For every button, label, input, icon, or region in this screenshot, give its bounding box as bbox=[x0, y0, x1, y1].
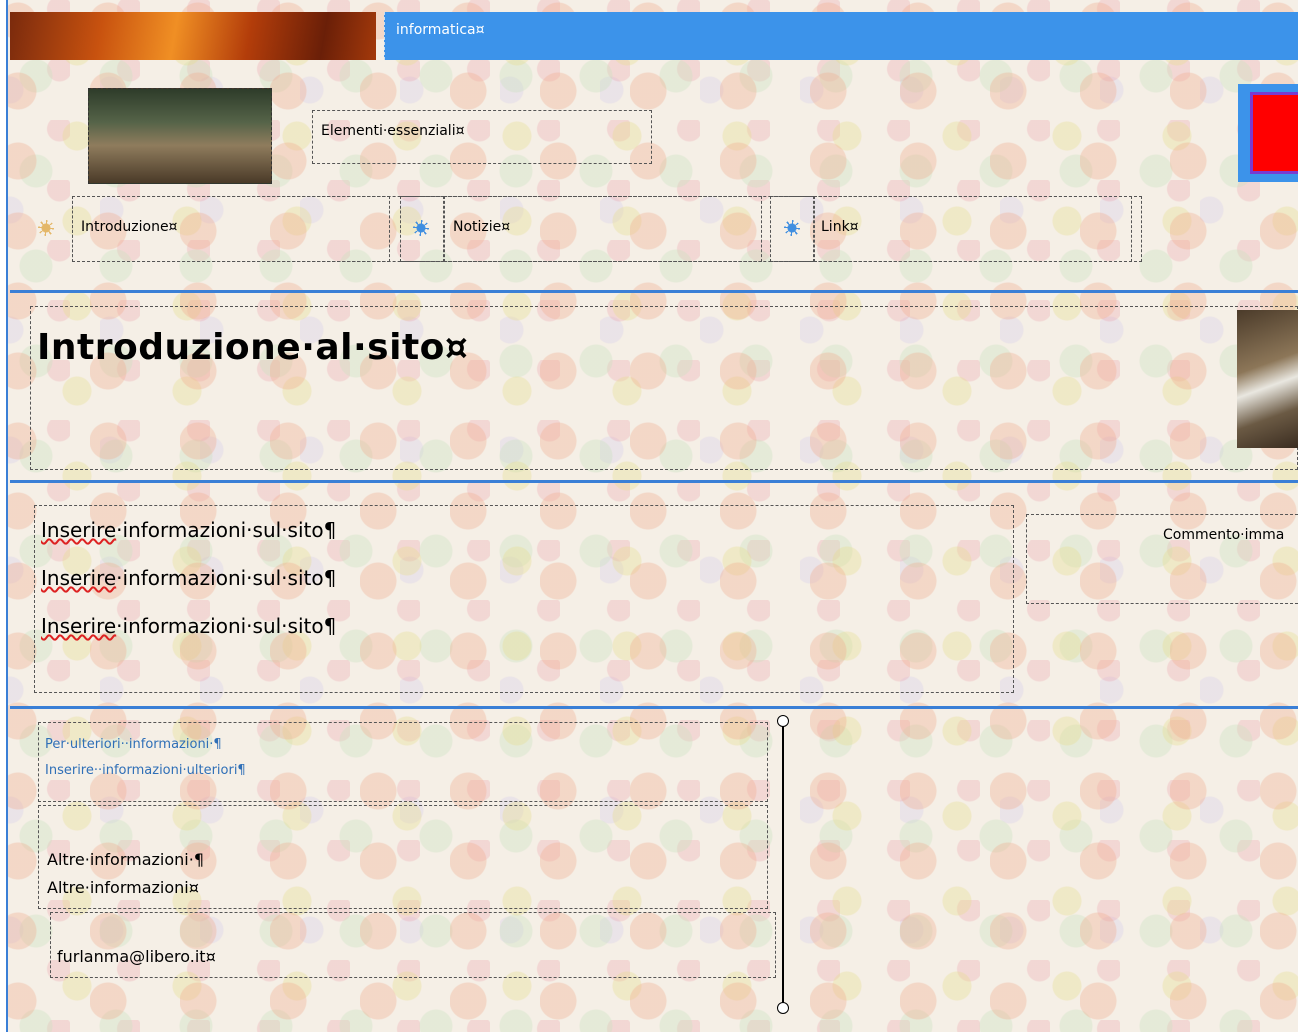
nav-item-notizie[interactable]: Notizie¤ bbox=[444, 196, 762, 262]
horizontal-rule bbox=[10, 290, 1298, 293]
nav-item-label: Notizie¤ bbox=[453, 219, 511, 235]
email-link[interactable]: furlanma@libero.it¤ bbox=[57, 947, 216, 966]
content-box[interactable]: Inserire·informazioni·sul·sito¶ Inserire… bbox=[34, 505, 1014, 693]
banner-bar bbox=[384, 12, 1298, 60]
image-caption: Commento·imma bbox=[1163, 527, 1285, 543]
page-title: Introduzione·al·sito¤ bbox=[37, 327, 469, 368]
paragraph-text: ·informazioni·sul·sito¶ bbox=[116, 614, 337, 638]
other-info-line2: Altre·informazioni¤ bbox=[47, 878, 199, 897]
logo-block[interactable] bbox=[1238, 84, 1298, 182]
line-handle-top[interactable] bbox=[777, 715, 789, 727]
nav-bullet-notizie-icon bbox=[413, 220, 429, 236]
nav-item-label: Introduzione¤ bbox=[81, 219, 178, 235]
email-box[interactable]: furlanma@libero.it¤ bbox=[50, 912, 776, 978]
tagline-text: Elementi·essenziali¤ bbox=[321, 123, 465, 139]
duck-photo[interactable] bbox=[88, 88, 272, 184]
nav-bullet-link-icon bbox=[784, 220, 800, 236]
bird-photo[interactable] bbox=[1237, 310, 1298, 448]
logo-red-square bbox=[1250, 92, 1298, 174]
content-paragraph: Inserire·informazioni·sul·sito¶ bbox=[41, 566, 336, 590]
nav-item-label: Link¤ bbox=[821, 219, 859, 235]
misspelled-word: Inserire bbox=[41, 614, 117, 638]
window-left-border bbox=[0, 0, 8, 1032]
vertical-line-shape[interactable] bbox=[782, 721, 784, 1009]
more-info-box[interactable]: Per·ulteriori··informazioni·¶ Inserire··… bbox=[38, 722, 768, 802]
line-handle-bottom[interactable] bbox=[777, 1002, 789, 1014]
image-caption-box[interactable]: Commento·imma bbox=[1026, 514, 1298, 604]
other-info-line1: Altre·informazioni·¶ bbox=[47, 850, 204, 869]
misspelled-word: Inserire bbox=[41, 566, 117, 590]
site-title[interactable]: informatica¤ bbox=[396, 22, 485, 38]
nav-item-link[interactable]: Link¤ bbox=[814, 196, 1132, 262]
title-box[interactable]: Introduzione·al·sito¤ bbox=[30, 306, 1298, 470]
paragraph-text: ·informazioni·sul·sito¶ bbox=[116, 518, 337, 542]
other-info-box[interactable]: Altre·informazioni·¶ Altre·informazioni¤ bbox=[38, 805, 768, 909]
more-info-line2: Inserire··informazioni·ulteriori¶ bbox=[45, 763, 246, 778]
nav-item-introduzione[interactable]: Introduzione¤ bbox=[72, 196, 390, 262]
misspelled-word: Inserire bbox=[41, 518, 117, 542]
paragraph-text: ·informazioni·sul·sito¶ bbox=[116, 566, 337, 590]
more-info-line1: Per·ulteriori··informazioni·¶ bbox=[45, 737, 222, 752]
tagline-box[interactable]: Elementi·essenziali¤ bbox=[312, 110, 652, 164]
banner-image[interactable] bbox=[10, 12, 376, 60]
content-paragraph: Inserire·informazioni·sul·sito¶ bbox=[41, 614, 336, 638]
content-paragraph: Inserire·informazioni·sul·sito¶ bbox=[41, 518, 336, 542]
horizontal-rule bbox=[10, 480, 1298, 483]
nav-bullet-introduzione-icon bbox=[38, 220, 54, 236]
horizontal-rule bbox=[10, 706, 1298, 709]
